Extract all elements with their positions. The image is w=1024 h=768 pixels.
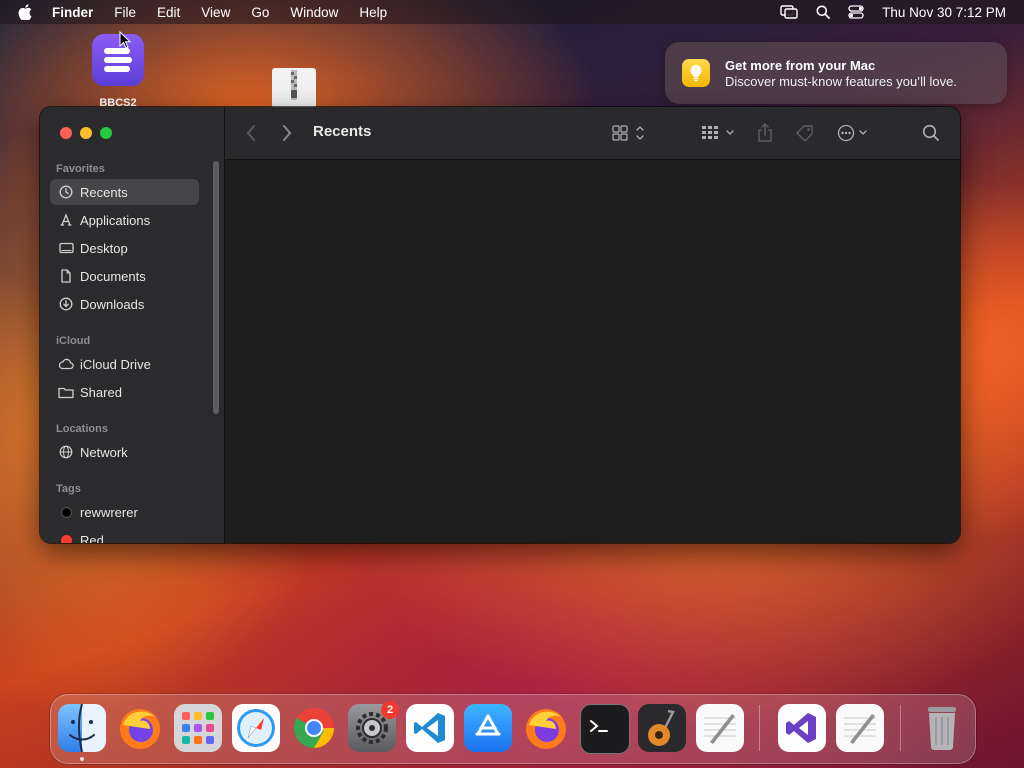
search-icon[interactable] [922,123,940,143]
finder-content-area[interactable] [225,160,960,543]
more-actions-button[interactable] [837,123,873,143]
tag-dot-icon [60,534,72,543]
mouse-cursor-icon [119,30,132,54]
spotlight-search-icon[interactable] [816,5,831,19]
share-icon[interactable] [757,123,773,143]
visual-studio-icon[interactable] [778,704,826,752]
notification-body: Discover must-know features you’ll love. [725,73,957,89]
view-icons-button[interactable] [612,123,648,143]
textedit-doc-icon[interactable] [836,704,884,752]
sidebar-item-label: Network [80,444,128,460]
vscode-icon[interactable] [406,704,454,752]
garageband-icon[interactable] [638,704,686,752]
back-button[interactable] [245,123,257,143]
firefox-dev-icon[interactable] [522,704,570,752]
close-button[interactable] [60,127,72,139]
chrome-icon[interactable] [290,704,338,752]
notification-title: Get more from your Mac [725,57,876,73]
menu-file[interactable]: File [114,5,136,20]
menu-app-name[interactable]: Finder [52,5,93,20]
sidebar-item-label: iCloud Drive [80,356,151,372]
dock-separator [759,705,760,751]
sidebar-header-tags: Tags [56,483,81,495]
sidebar-item-network[interactable]: Network [50,439,199,465]
minimize-button[interactable] [80,127,92,139]
sidebar-item-label: Recents [80,184,128,200]
safari-icon[interactable] [232,704,280,752]
menu-clock[interactable]: Thu Nov 30 7:12 PM [882,5,1006,20]
clock-icon [58,184,74,200]
control-center-icon[interactable] [848,5,864,19]
apple-menu-icon[interactable] [18,4,36,20]
finder-icon[interactable] [58,704,106,752]
firefox-icon[interactable] [116,704,164,752]
sidebar-tag-rewwrerer[interactable]: rewwrerer [50,499,199,525]
zoom-button[interactable] [100,127,112,139]
sidebar-item-shared[interactable]: Shared [50,379,199,405]
sidebar-item-downloads[interactable]: Downloads [50,291,199,317]
sidebar-header-locations: Locations [56,423,108,435]
menu-window[interactable]: Window [290,5,338,20]
sidebar-item-label: Applications [80,212,151,228]
lightbulb-icon [682,59,710,87]
sidebar-scrollbar[interactable] [213,161,219,414]
trash-icon[interactable] [918,704,966,752]
dock: 2 [50,694,976,764]
sidebar-tag-red[interactable]: Red [50,527,199,543]
sidebar-header-favorites: Favorites [56,163,105,175]
group-by-button[interactable] [701,123,737,143]
tag-icon[interactable] [795,123,815,143]
sidebar-item-label: Desktop [80,240,128,256]
desktop-icon [58,240,74,256]
download-icon [58,296,74,312]
document-icon [58,268,74,284]
textedit-icon[interactable] [696,704,744,752]
cloud-icon [58,356,74,372]
notification-badge: 2 [381,701,399,719]
shared-folder-icon [58,384,74,400]
menu-edit[interactable]: Edit [157,5,180,20]
desktop: Finder File Edit View Go Window Help Thu… [0,0,1024,768]
dock-separator [900,705,901,751]
tag-dot-icon [60,506,72,518]
finder-toolbar: Recents [225,107,960,160]
launchpad-icon[interactable] [174,704,222,752]
finder-sidebar: Favorites Recents Applications Desktop D… [40,107,225,543]
network-icon [58,444,74,460]
menu-go[interactable]: Go [251,5,269,20]
menu-bar: Finder File Edit View Go Window Help Thu… [0,0,1024,24]
applications-icon [58,212,74,228]
sidebar-item-desktop[interactable]: Desktop [50,235,199,261]
menu-help[interactable]: Help [359,5,387,20]
sidebar-header-icloud: iCloud [56,335,91,347]
sidebar-item-applications[interactable]: Applications [50,207,199,233]
running-indicator [80,757,84,761]
app-store-icon[interactable] [464,704,512,752]
sidebar-item-label: Documents [80,268,146,284]
menu-view[interactable]: View [201,5,230,20]
bbedit-app-icon[interactable] [92,34,144,86]
sidebar-item-label: rewwrerer [80,504,138,520]
notification-banner[interactable]: Get more from your Mac Discover must-kno… [665,42,1007,104]
sidebar-item-label: Downloads [80,296,145,312]
sidebar-item-label: Red [80,532,104,544]
window-title: Recents [313,123,372,140]
screen-mirroring-icon[interactable] [780,5,798,19]
terminal-icon[interactable] [580,704,630,754]
sidebar-item-label: Shared [80,384,122,400]
forward-button[interactable] [281,123,293,143]
window-controls [60,127,112,139]
zip-archive-icon[interactable] [272,68,316,108]
sidebar-item-recents[interactable]: Recents [50,179,199,205]
sidebar-item-documents[interactable]: Documents [50,263,199,289]
sidebar-item-icloud-drive[interactable]: iCloud Drive [50,351,199,377]
finder-window: Favorites Recents Applications Desktop D… [39,106,961,544]
